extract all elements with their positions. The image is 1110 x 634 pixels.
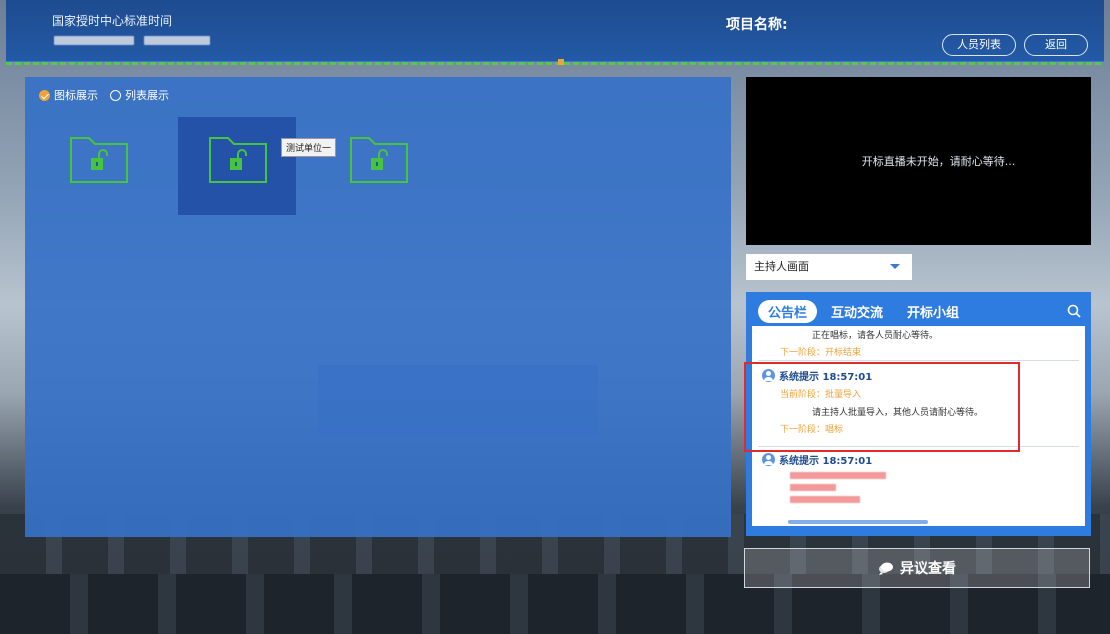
icon-view-radio[interactable]: 图标展示 bbox=[39, 87, 98, 103]
project-name-label: 项目名称: bbox=[726, 17, 788, 33]
list-view-radio[interactable]: 列表展示 bbox=[110, 87, 169, 103]
file-panel: 图标展示 列表展示 测试单位一 bbox=[25, 77, 731, 537]
unlocked-folder-icon bbox=[209, 137, 267, 183]
list-item: 系统提示 18:57:01 bbox=[752, 452, 1085, 503]
tab-bulletin[interactable]: 公告栏 bbox=[758, 300, 818, 323]
list-item: 正在唱标，请各人员耐心等待。 下一阶段：开标结束 bbox=[752, 328, 1085, 358]
live-video-player[interactable]: 开标直播未开始，请耐心等待... bbox=[746, 77, 1091, 245]
message-header: 系统提示 18:57:01 bbox=[762, 452, 1085, 467]
header-divider bbox=[6, 59, 1104, 65]
redacted-text bbox=[790, 472, 886, 479]
chat-bubble-icon bbox=[879, 562, 893, 575]
user-info-redacted bbox=[54, 36, 210, 45]
icon-view-label: 图标展示 bbox=[54, 89, 98, 102]
host-view-select[interactable]: 主持人画面 bbox=[746, 254, 912, 280]
divider-marker bbox=[558, 59, 564, 65]
radio-unchecked-icon bbox=[110, 89, 121, 101]
radio-checked-icon bbox=[39, 89, 50, 101]
list-view-label: 列表展示 bbox=[125, 89, 169, 102]
message-sender: 系统提示 18:57:01 bbox=[779, 456, 873, 467]
top-header: 国家授时中心标准时间 项目名称: 人员列表 返回 bbox=[6, 0, 1104, 65]
folder-tooltip: 测试单位一 bbox=[281, 138, 337, 157]
tab-interaction[interactable]: 互动交流 bbox=[821, 300, 893, 323]
objection-view-label: 异议查看 bbox=[900, 561, 956, 577]
highlight-box bbox=[744, 362, 1020, 452]
caret-down-icon bbox=[890, 264, 900, 269]
video-status-text: 开标直播未开始，请耐心等待... bbox=[861, 155, 1016, 168]
redacted-text bbox=[790, 484, 836, 491]
message-content: 正在唱标，请各人员耐心等待。 bbox=[812, 331, 939, 341]
host-view-select-value: 主持人画面 bbox=[754, 260, 809, 273]
notice-tabs: 公告栏 互动交流 开标小组 bbox=[758, 300, 969, 323]
back-button[interactable]: 返回 bbox=[1024, 34, 1088, 56]
unlocked-folder-icon bbox=[70, 137, 128, 183]
system-time-label: 国家授时中心标准时间 bbox=[52, 14, 173, 28]
unlocked-folder-icon bbox=[350, 137, 408, 183]
user-avatar-icon bbox=[762, 453, 775, 466]
tab-opening-group[interactable]: 开标小组 bbox=[897, 300, 969, 323]
message-divider bbox=[758, 360, 1079, 361]
next-stage: 下一阶段：开标结束 bbox=[780, 348, 862, 358]
search-icon[interactable] bbox=[1067, 304, 1081, 318]
folder-item-3[interactable] bbox=[319, 117, 437, 215]
view-toggle: 图标展示 列表展示 bbox=[39, 87, 169, 103]
user-name-redacted bbox=[54, 36, 134, 45]
horizontal-scrollbar[interactable] bbox=[788, 520, 928, 524]
people-list-button[interactable]: 人员列表 bbox=[942, 34, 1016, 56]
objection-view-button[interactable]: 异议查看 bbox=[744, 548, 1090, 588]
redacted-text bbox=[790, 496, 860, 503]
user-unit-redacted bbox=[144, 36, 210, 45]
folder-item-1[interactable] bbox=[39, 117, 157, 215]
folder-item-2[interactable] bbox=[178, 117, 296, 215]
